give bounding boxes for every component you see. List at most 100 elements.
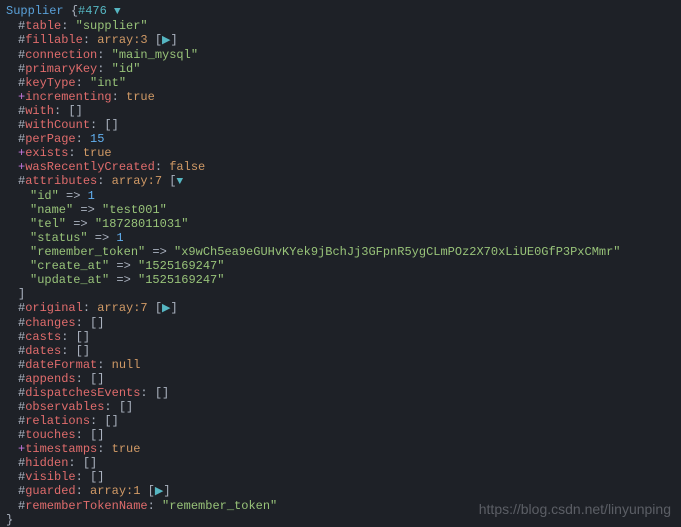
- arrow-op: =>: [59, 189, 88, 203]
- prop-name: observables: [25, 400, 104, 414]
- prop-name: touches: [25, 428, 75, 442]
- attr-key: "status": [30, 231, 88, 245]
- prop-value: 1: [116, 231, 123, 245]
- prop-name: appends: [25, 372, 75, 386]
- prop-perPage: #perPage: 15: [6, 132, 675, 146]
- prop-value: true: [83, 146, 112, 160]
- prop-value: []: [90, 316, 104, 330]
- colon: :: [83, 301, 97, 315]
- attr-key: "id": [30, 189, 59, 203]
- prop-original: #original: array:7 [▶]: [6, 301, 675, 316]
- bracket-open: [: [155, 33, 162, 47]
- colon: :: [112, 90, 126, 104]
- prop-name: withCount: [25, 118, 90, 132]
- prop-hidden: #hidden: []: [6, 456, 675, 470]
- prop-name: hidden: [25, 456, 68, 470]
- expand-toggle-icon[interactable]: ▶: [162, 34, 170, 48]
- arrow-op: =>: [109, 273, 138, 287]
- prop-name: connection: [25, 48, 97, 62]
- prop-value: []: [90, 372, 104, 386]
- collapse-toggle-icon[interactable]: ▼: [114, 5, 121, 19]
- prop-value: array:7: [112, 174, 162, 188]
- bracket-open: [: [148, 484, 155, 498]
- prop-value: "test001": [102, 203, 167, 217]
- colon: :: [104, 400, 118, 414]
- prop-value: array:7: [97, 301, 147, 315]
- arrow-op: =>: [145, 245, 174, 259]
- dump-output: Supplier {#476 ▼#table: "supplier"#filla…: [6, 4, 675, 527]
- attribute-row: "create_at" => "1525169247": [6, 259, 675, 273]
- prop-value: "remember_token": [162, 499, 277, 513]
- attribute-row: "status" => 1: [6, 231, 675, 245]
- prop-value: false: [169, 160, 205, 174]
- prop-appends: #appends: []: [6, 372, 675, 386]
- colon: :: [61, 19, 75, 33]
- colon: :: [90, 414, 104, 428]
- prop-name: fillable: [25, 33, 83, 47]
- bracket-close: ]: [171, 301, 178, 315]
- prop-value: "int": [90, 76, 126, 90]
- colon: :: [61, 344, 75, 358]
- prop-value: []: [90, 428, 104, 442]
- colon: :: [76, 428, 90, 442]
- bracket-close: ]: [163, 484, 170, 498]
- colon: :: [97, 62, 111, 76]
- prop-value: []: [104, 414, 118, 428]
- attr-key: "remember_token": [30, 245, 145, 259]
- colon: :: [54, 104, 68, 118]
- prop-dateFormat: #dateFormat: null: [6, 358, 675, 372]
- class-header: Supplier {#476 ▼: [6, 4, 675, 19]
- prop-value: 15: [90, 132, 104, 146]
- attributes-close: ]: [6, 287, 675, 301]
- attribute-row: "update_at" => "1525169247": [6, 273, 675, 287]
- colon: :: [68, 146, 82, 160]
- arrow-op: =>: [109, 259, 138, 273]
- watermark-text: https://blog.csdn.net/linyunping: [479, 502, 671, 516]
- prop-connection: #connection: "main_mysql": [6, 48, 675, 62]
- prop-withCount: #withCount: []: [6, 118, 675, 132]
- prop-name: exists: [25, 146, 68, 160]
- attr-key: "update_at": [30, 273, 109, 287]
- colon: :: [61, 330, 75, 344]
- attribute-row: "tel" => "18728011031": [6, 217, 675, 231]
- class-name: Supplier: [6, 4, 64, 18]
- prop-name: original: [25, 301, 83, 315]
- prop-value: "1525169247": [138, 259, 224, 273]
- prop-name: table: [25, 19, 61, 33]
- colon: :: [83, 33, 97, 47]
- prop-value: null: [112, 358, 141, 372]
- prop-dispatchesEvents: #dispatchesEvents: []: [6, 386, 675, 400]
- prop-name: rememberTokenName: [25, 499, 147, 513]
- colon: :: [140, 386, 154, 400]
- colon: :: [76, 372, 90, 386]
- expand-toggle-icon[interactable]: ▶: [162, 302, 170, 316]
- prop-name: dateFormat: [25, 358, 97, 372]
- prop-value: "main_mysql": [112, 48, 198, 62]
- prop-name: guarded: [25, 484, 75, 498]
- prop-value: "x9wCh5ea9eGUHvKYek9jBchJj3GFpnR5ygCLmPO…: [174, 245, 620, 259]
- colon: :: [97, 48, 111, 62]
- arrow-op: =>: [88, 231, 117, 245]
- prop-primaryKey: #primaryKey: "id": [6, 62, 675, 76]
- prop-value: "18728011031": [95, 217, 189, 231]
- prop-name: dates: [25, 344, 61, 358]
- colon: :: [76, 484, 90, 498]
- arrow-op: =>: [73, 203, 102, 217]
- prop-name: primaryKey: [25, 62, 97, 76]
- prop-value: "1525169247": [138, 273, 224, 287]
- prop-value: "supplier": [76, 19, 148, 33]
- prop-value: []: [90, 470, 104, 484]
- expand-toggle-icon[interactable]: ▼: [176, 175, 183, 189]
- prop-keyType: #keyType: "int": [6, 76, 675, 90]
- prop-name: keyType: [25, 76, 75, 90]
- attr-key: "tel": [30, 217, 66, 231]
- prop-value: array:3: [97, 33, 147, 47]
- colon: :: [97, 358, 111, 372]
- prop-attributes: #attributes: array:7 [▼: [6, 174, 675, 189]
- colon: :: [97, 174, 111, 188]
- prop-table: #table: "supplier": [6, 19, 675, 33]
- prop-name: timestamps: [25, 442, 97, 456]
- prop-name: with: [25, 104, 54, 118]
- colon: :: [76, 470, 90, 484]
- colon: :: [76, 316, 90, 330]
